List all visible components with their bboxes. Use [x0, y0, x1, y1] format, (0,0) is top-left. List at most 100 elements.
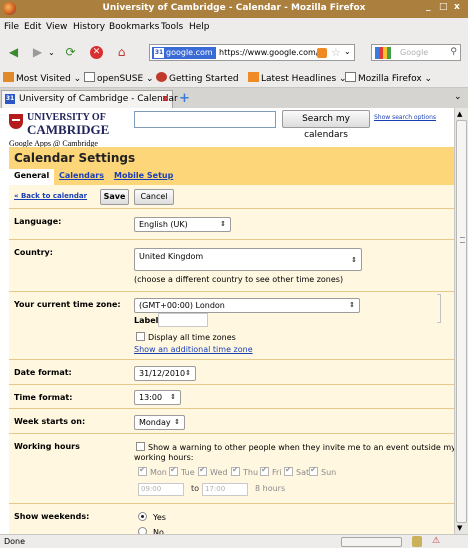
home-icon[interactable]: ⌂: [115, 46, 128, 59]
working-hours-label: Working hours: [14, 442, 80, 451]
menu-bookmarks[interactable]: Bookmarks: [109, 22, 159, 32]
menu-file[interactable]: File: [4, 22, 19, 32]
show-search-options-link[interactable]: Show search options: [374, 114, 436, 121]
close-tab-icon[interactable]: x: [162, 94, 168, 104]
working-hours-from-input[interactable]: 09:00: [138, 483, 184, 496]
timezone-select[interactable]: (GMT+00:00) London ⇕: [134, 298, 360, 313]
weekends-yes-radio[interactable]: [138, 512, 147, 521]
bookmark-getting-started[interactable]: Getting Started: [156, 72, 239, 84]
new-tab-icon[interactable]: +: [179, 91, 190, 106]
day-checkbox[interactable]: [309, 465, 318, 476]
weekends-no-radio[interactable]: [138, 527, 147, 534]
day-sun[interactable]: Sun: [309, 465, 336, 477]
country-select[interactable]: United Kingdom ⇕: [134, 248, 362, 271]
site-identity-badge[interactable]: 31 google.com: [152, 47, 216, 59]
url-text[interactable]: https://www.google.com/calen: [219, 48, 319, 57]
window-title: University of Cambridge - Calendar - Moz…: [102, 3, 366, 13]
status-bar: Done ⚠: [0, 534, 468, 548]
tab-calendars[interactable]: Calendars: [54, 169, 109, 185]
address-bar[interactable]: 31google.com https://www.google.com/cale…: [149, 44, 355, 61]
timezone-label: Your current time zone:: [14, 300, 121, 309]
url-dropdown-icon[interactable]: ⌄: [344, 47, 351, 56]
display-all-timezones[interactable]: Display all time zones: [136, 332, 236, 342]
working-hours-to-input[interactable]: 17:00: [202, 483, 248, 496]
history-dropdown-icon[interactable]: ⌄: [45, 46, 58, 59]
maximize-button[interactable]: □: [439, 2, 448, 12]
date-format-row: Date format: 31/12/2010 ⇕: [9, 359, 454, 384]
day-checkbox[interactable]: [198, 465, 207, 476]
close-window-button[interactable]: x: [454, 2, 460, 12]
scrollbar-thumb[interactable]: [456, 120, 467, 523]
back-arrow-icon[interactable]: ◀: [7, 46, 20, 59]
calendar-favicon-icon: 31: [154, 48, 164, 58]
day-fri[interactable]: Fri: [260, 465, 282, 477]
calendar-favicon-icon: 31: [5, 94, 15, 104]
rss-feed-icon[interactable]: [317, 48, 327, 58]
scroll-up-icon[interactable]: ▲: [457, 110, 462, 118]
weekends-yes[interactable]: Yes: [138, 512, 166, 522]
tab-mobile-setup[interactable]: Mobile Setup: [109, 169, 178, 185]
google-engine-icon[interactable]: [375, 47, 391, 59]
navigation-toolbar: ◀ ▶ ⌄ ⟳ ✕ ⌂ 31 google.com https://www.goo…: [0, 36, 468, 68]
day-mon[interactable]: Mon: [138, 465, 167, 477]
date-format-select[interactable]: 31/12/2010 ⇕: [134, 366, 196, 381]
weekends-no[interactable]: No: [138, 527, 164, 534]
window-titlebar: University of Cambridge - Calendar - Moz…: [0, 0, 468, 18]
page-viewport: UNIVERSITY OF CAMBRIDGE Google Apps @ Ca…: [0, 108, 454, 534]
time-format-select[interactable]: 13:00 ⇕: [134, 390, 181, 405]
search-magnifier-icon[interactable]: ⚲: [450, 47, 457, 57]
day-wed[interactable]: Wed: [198, 465, 227, 477]
bookmark-opensuse[interactable]: openSUSE ⌄: [84, 72, 154, 84]
security-lock-icon[interactable]: [412, 536, 422, 547]
week-start-select[interactable]: Monday ⇕: [134, 415, 185, 430]
search-bar[interactable]: Google ⚲: [371, 44, 461, 61]
display-all-checkbox[interactable]: [136, 332, 145, 341]
tab-list-chevron-icon[interactable]: ⌄: [454, 92, 462, 102]
menu-view[interactable]: View: [46, 22, 67, 32]
select-arrows-icon: ⇕: [174, 418, 180, 426]
working-hours-warning[interactable]: Show a warning to other people when they…: [136, 442, 454, 452]
menu-help[interactable]: Help: [189, 22, 210, 32]
day-thu[interactable]: Thu: [231, 465, 258, 477]
back-to-calendar-link[interactable]: « Back to calendar: [14, 192, 87, 200]
page-scrollbar[interactable]: ▲ ▼: [454, 108, 468, 534]
search-my-calendars-button[interactable]: Search my calendars: [282, 110, 370, 140]
calendar-search-input[interactable]: [134, 111, 276, 128]
time-format-label: Time format:: [14, 393, 73, 402]
select-arrows-icon: ⇕: [220, 220, 226, 228]
day-sat[interactable]: Sat: [284, 465, 309, 477]
language-select[interactable]: English (UK) ⇕: [134, 217, 231, 232]
bookmark-latest-headlines[interactable]: Latest Headlines ⌄: [248, 72, 347, 84]
reload-icon[interactable]: ⟳: [64, 46, 77, 59]
bookmark-star-icon[interactable]: ☆: [331, 46, 341, 59]
stop-icon[interactable]: ✕: [90, 46, 103, 59]
day-tue[interactable]: Tue: [169, 465, 195, 477]
day-checkbox[interactable]: [284, 465, 293, 476]
menu-edit[interactable]: Edit: [24, 22, 41, 32]
timezone-label-input[interactable]: [158, 313, 208, 327]
action-row: « Back to calendar Save Cancel: [9, 185, 454, 208]
additional-timezone-link[interactable]: Show an additional time zone: [134, 345, 253, 354]
scroll-down-icon[interactable]: ▼: [457, 524, 462, 532]
forward-arrow-icon[interactable]: ▶: [31, 46, 44, 59]
bookmarks-toolbar: Most Visited ⌄ openSUSE ⌄ Getting Starte…: [0, 68, 468, 88]
day-checkbox[interactable]: [260, 465, 269, 476]
bookmark-mozilla-firefox[interactable]: Mozilla Firefox ⌄: [345, 72, 432, 84]
folder-icon: [84, 72, 95, 82]
save-button[interactable]: Save: [100, 189, 129, 205]
cancel-button[interactable]: Cancel: [134, 189, 174, 205]
tab-calendar[interactable]: 31 University of Cambridge - Calendar x: [1, 90, 178, 108]
day-checkbox[interactable]: [169, 465, 178, 476]
day-checkbox[interactable]: [138, 465, 147, 476]
day-checkbox[interactable]: [231, 465, 240, 476]
minimize-button[interactable]: _: [426, 2, 431, 12]
menu-history[interactable]: History: [73, 22, 105, 32]
tab-general[interactable]: General: [9, 169, 55, 185]
menu-tools[interactable]: Tools: [161, 22, 183, 32]
rss-feed-icon: [248, 72, 259, 82]
bookmark-most-visited[interactable]: Most Visited ⌄: [3, 72, 81, 84]
security-warning-icon[interactable]: ⚠: [432, 536, 440, 546]
working-hours-checkbox[interactable]: [136, 442, 145, 451]
working-hours-total: 8 hours: [255, 484, 286, 493]
country-row: Country: United Kingdom ⇕ (choose a diffe…: [9, 239, 454, 291]
